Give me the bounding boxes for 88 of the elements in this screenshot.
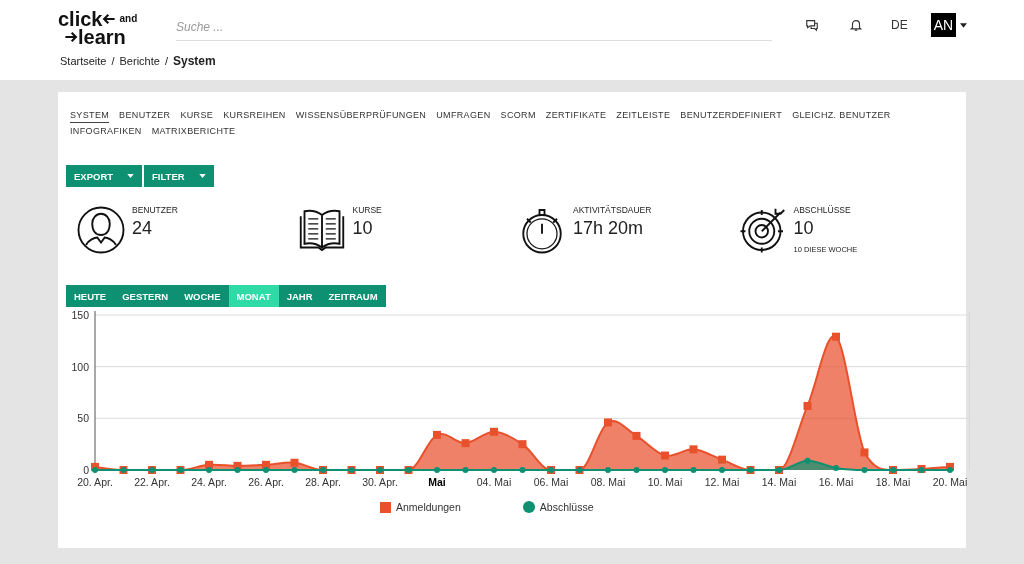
axis-label: 26. Apr. [248,476,284,488]
report-tab[interactable]: KURSE [180,110,214,123]
point [490,427,498,436]
axis-label: 150 [71,309,89,321]
axis-label: 18. Mai [875,476,911,488]
point [661,451,669,460]
point [433,430,441,439]
axis-label: 20. Mai [932,476,968,488]
breadcrumb-link[interactable]: Berichte [119,55,160,67]
point [832,332,840,341]
axis-label: 100 [71,360,89,373]
point [947,467,953,473]
axis-label: 04. Mai [476,476,512,488]
point [462,467,469,473]
stat-label: KURSE [352,205,382,215]
stat-value: 10 [793,218,815,239]
breadcrumb-separator: / [111,55,115,67]
dropdown-button[interactable]: EXPORT [66,165,143,187]
point [434,467,440,473]
breadcrumb-separator: / [164,55,168,67]
bell-icon[interactable] [849,18,863,32]
breadcrumb-link[interactable]: Startseite [60,55,107,67]
person-icon [76,205,126,255]
axis-label: 10. Mai [647,476,683,488]
point [519,467,526,473]
point [632,431,641,440]
report-tab[interactable]: ZEITLEISTE [616,110,671,123]
point [491,467,497,473]
stat-value: 17h 20m [573,218,645,239]
stat-value: 10 [352,218,374,239]
stat-label: BENUTZER [132,205,178,215]
point [263,467,269,473]
axis-label: 16. Mai [818,476,854,488]
axis-label: 24. Apr. [191,476,227,488]
caret-icon[interactable] [960,22,968,28]
legend-label[interactable]: Abschlüsse [539,501,594,513]
axis-label: 06. Mai [533,476,569,488]
point [833,464,839,471]
axis-label: 0 [83,464,89,476]
axis-label: 50 [77,412,89,425]
axis-label: 30. Apr. [362,476,398,488]
dropdown-button[interactable]: FILTER [144,165,214,187]
logo[interactable]: click and learn [58,10,150,46]
point [662,467,668,473]
point [605,467,611,473]
point [803,401,812,410]
point [860,448,869,457]
report-tab[interactable]: GLEICHZ. BENUTZER [792,110,891,123]
report-tab[interactable]: UMFRAGEN [436,110,491,123]
axis-label: 12. Mai [704,476,740,488]
report-tab[interactable]: ZERTIFIKATE [545,110,607,123]
point [719,467,725,473]
point [206,467,212,473]
point [604,418,612,427]
axis-label: 28. Apr. [305,476,341,488]
report-tab[interactable]: SYSTEM [70,110,110,123]
point [461,439,470,448]
report-tab[interactable]: KURSREIHEN [223,110,286,123]
language-selector[interactable]: DE [891,18,908,32]
point [291,467,298,473]
report-tab[interactable]: WISSENSÜBERPRÜFUNGEN [295,110,427,123]
report-tab[interactable]: BENUTZERDEFINIERT [680,110,783,123]
report-tab[interactable]: INFOGRAFIKEN [70,126,142,139]
point [804,457,811,464]
stat-value: 24 [132,218,154,239]
chat-icon[interactable] [805,18,819,32]
report-tab[interactable]: MATRIXBERICHTE [151,126,236,139]
report-tab[interactable]: SCORM [500,110,536,123]
legend-label[interactable]: Anmeldungen [396,501,461,513]
point [92,467,98,473]
point [718,455,726,464]
point [690,467,697,473]
stat-label: AKTIVITÄTSDAUER [573,205,652,215]
axis-label: 20. Apr. [77,476,113,488]
axis-label: 22. Apr. [134,476,170,488]
axis-label: 14. Mai [761,476,797,488]
axis-label: Mai [428,476,446,488]
point [234,467,241,473]
stat-label: ABSCHLÜSSE [793,205,852,215]
axis-label: 08. Mai [590,476,626,488]
point [689,445,698,454]
point [518,440,527,449]
point [633,467,640,473]
report-tab[interactable]: BENUTZER [119,110,171,123]
user-avatar[interactable]: AN [930,13,957,37]
point [861,467,868,473]
breadcrumb-current: System [172,54,216,68]
point [290,458,299,467]
